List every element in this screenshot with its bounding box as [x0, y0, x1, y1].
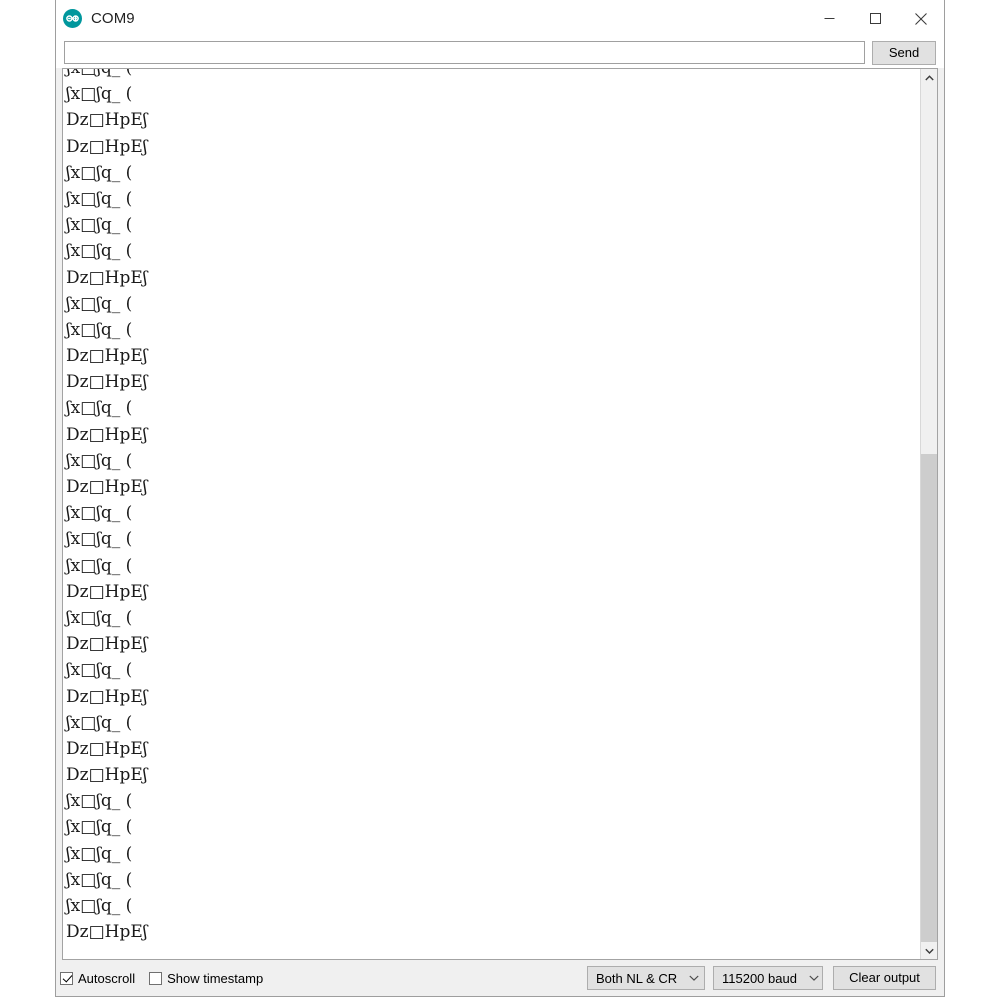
- show-timestamp-checkbox[interactable]: [149, 971, 163, 985]
- serial-output-line: ʃx□ʃq_ (: [66, 188, 133, 209]
- clear-output-button[interactable]: Clear output: [833, 966, 936, 990]
- serial-output-line: Dz□HpEʃ: [66, 136, 148, 157]
- serial-output-line: ʃx□ʃq_ (: [66, 215, 133, 236]
- serial-output-line: ʃx□ʃq_ (: [66, 607, 133, 628]
- serial-output-line: ʃx□ʃq_ (: [66, 503, 133, 524]
- status-bar: Autoscroll Show timestamp Both NL & CR 1…: [56, 960, 944, 996]
- serial-output-line: ʃx□ʃq_ (: [66, 293, 133, 314]
- autoscroll-checkbox-group[interactable]: Autoscroll: [60, 971, 135, 986]
- show-timestamp-label: Show timestamp: [167, 970, 264, 986]
- serial-output-line: ʃx□ʃq_ (: [66, 712, 133, 733]
- autoscroll-label: Autoscroll: [78, 970, 136, 986]
- title-bar: COM9: [56, 0, 944, 37]
- serial-output-line: ʃx□ʃq_ (: [66, 869, 133, 890]
- chevron-down-icon: [689, 975, 699, 981]
- send-button[interactable]: Send: [872, 40, 936, 65]
- chevron-down-icon: [809, 975, 819, 981]
- line-ending-dropdown[interactable]: Both NL & CR: [587, 966, 705, 990]
- arduino-infinity-icon: [63, 9, 82, 28]
- line-ending-value: Both NL & CR: [596, 970, 678, 986]
- scrollbar-thumb[interactable]: [921, 454, 937, 942]
- serial-output-panel: ʃx□ʃq_ ( ʃx□ʃq_ ( Dz□HpEʃ Dz□HpEʃ ʃx□ʃq_ ( ʃx…: [62, 68, 938, 960]
- minimize-icon[interactable]: [806, 0, 852, 37]
- window-title: COM9: [91, 10, 135, 27]
- serial-output-line: ʃx□ʃq_ (: [66, 817, 133, 838]
- serial-output-line: ʃx□ʃq_ (: [66, 398, 133, 419]
- serial-output-line: Dz□HpEʃ: [66, 686, 148, 707]
- close-icon[interactable]: [898, 0, 944, 37]
- autoscroll-checkbox[interactable]: [60, 971, 73, 985]
- serial-output-text[interactable]: ʃx□ʃq_ ( ʃx□ʃq_ ( Dz□HpEʃ Dz□HpEʃ ʃx□ʃq_ ( ʃx…: [63, 69, 920, 959]
- serial-output-line: ʃx□ʃq_ (: [66, 660, 133, 681]
- serial-output-line: ʃx□ʃq_ (: [66, 843, 133, 864]
- maximize-icon[interactable]: [852, 0, 898, 37]
- output-scrollbar[interactable]: [920, 69, 937, 959]
- serial-send-input[interactable]: [64, 41, 865, 64]
- serial-output-line: Dz□HpEʃ: [66, 634, 148, 655]
- serial-output-line: ʃx□ʃq_ (: [66, 791, 133, 812]
- baud-rate-dropdown[interactable]: 115200 baud: [713, 966, 823, 990]
- serial-output-line: Dz□HpEʃ: [66, 346, 148, 367]
- serial-output-line: ʃx□ʃq_ (: [66, 529, 133, 550]
- serial-output-line: Dz□HpEʃ: [66, 922, 148, 943]
- show-timestamp-checkbox-group[interactable]: Show timestamp: [149, 971, 263, 986]
- baud-rate-value: 115200 baud: [722, 970, 797, 986]
- serial-output-line: ʃx□ʃq_ (: [66, 450, 133, 471]
- chevron-up-icon[interactable]: [921, 69, 937, 86]
- serial-output-line: Dz□HpEʃ: [66, 267, 148, 288]
- serial-output-line: ʃx□ʃq_ (: [66, 162, 133, 183]
- serial-output-line: Dz□HpEʃ: [66, 581, 148, 602]
- status-bar-right: Both NL & CR 115200 baud Clear output: [579, 966, 936, 990]
- serial-output-line: ʃx□ʃq_ (: [66, 241, 133, 262]
- chevron-down-icon[interactable]: [921, 942, 937, 959]
- serial-output-line: Dz□HpEʃ: [66, 765, 148, 786]
- window-controls: [806, 0, 944, 37]
- serial-output-line-partial: ʃx□ʃq_ (: [66, 69, 147, 81]
- serial-output-line: ʃx□ʃq_ (: [66, 84, 133, 105]
- serial-output-line: ʃx□ʃq_ (: [66, 555, 133, 576]
- serial-output-line: Dz□HpEʃ: [66, 477, 148, 497]
- send-bar: Send: [56, 37, 944, 68]
- serial-output-line: Dz□HpEʃ: [66, 424, 148, 445]
- serial-output-line: ʃx□ʃq_ (: [66, 319, 133, 340]
- serial-output-line: Dz□HpEʃ: [66, 372, 148, 393]
- serial-output-lines: ʃx□ʃq_ ( ʃx□ʃq_ ( Dz□HpEʃ Dz□HpEʃ ʃx□ʃq_ ( ʃx…: [66, 69, 147, 945]
- serial-output-line: ʃx□ʃq_ (: [66, 896, 133, 916]
- serial-output-line: Dz□HpEʃ: [66, 110, 148, 131]
- serial-output-line: Dz□HpEʃ: [66, 738, 148, 759]
- serial-monitor-window: COM9 Send ʃx□ʃq_ (Dz□HpEʃ Dz□HpEʃ ʃx□ʃq…: [55, 0, 945, 997]
